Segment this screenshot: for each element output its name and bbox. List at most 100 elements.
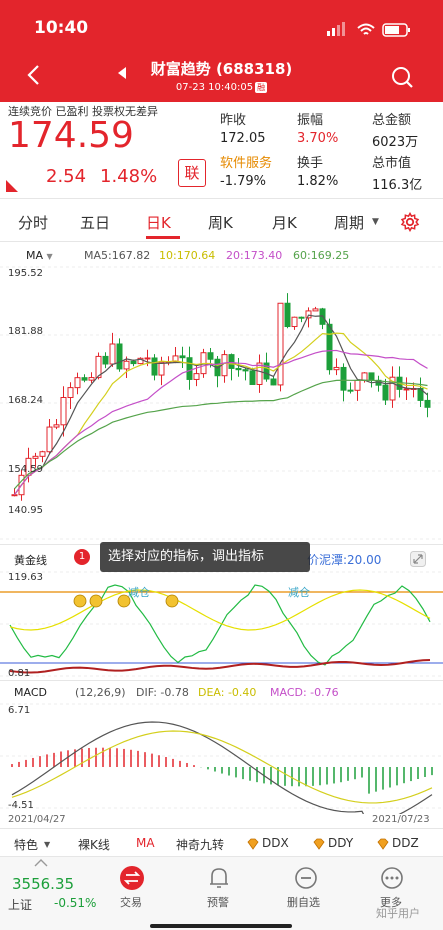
candle-body [130,360,137,365]
quote-field-label[interactable]: 软件服务 [220,152,272,171]
quote-field-value: -1.79% [220,174,266,189]
tab-0[interactable]: 分时 [18,212,48,233]
quote-field-label: 总市值 [372,156,412,171]
status-icons [327,22,410,37]
index-value[interactable]: 3556.35 [12,875,74,893]
candle-body [207,352,214,360]
tab-2[interactable]: 日K [146,212,171,233]
indicator-tab-5[interactable]: DDY [328,836,353,850]
candle-body [424,399,431,408]
emoji-marker-icon [165,594,179,608]
indicator-axis-bottom: 0.81 [8,668,31,679]
watermark: 知乎用户 [376,907,420,920]
diamond-icon [247,838,259,850]
search-icon[interactable] [389,64,415,90]
candle-body [270,378,277,386]
indicator-label[interactable]: 黄金线 [14,552,47,568]
reduce-position-marker: 减仓 [128,585,150,599]
trade-icon[interactable] [119,865,145,891]
quote-field-label: 昨收 [220,113,247,128]
macd-value: MACD: -0.76 [270,686,339,699]
gold-line-green [9,584,431,666]
candle-body [53,424,60,428]
indicator-tooltip: 选择对应的指标，调出指标 [100,542,310,572]
quote-field-value: 1.82% [297,174,339,189]
emoji-marker-icon [73,594,87,608]
candle-body [116,343,123,370]
kline-axis-label: 154.59 [8,464,43,475]
candle-body [186,357,193,380]
tab-3[interactable]: 周K [208,212,233,233]
tab-5[interactable]: 周期 [334,212,364,233]
index-expand-icon[interactable] [34,858,48,868]
candle-body [235,367,242,371]
candle-body [340,366,347,391]
quote-field-value: 116.3亿 [372,178,423,193]
ma-selector[interactable]: MA ▼ [26,249,53,262]
quote-field-value: 3.70% [297,131,339,146]
alert-bell-icon[interactable] [207,865,231,891]
candle-body [151,357,158,376]
tab-1[interactable]: 五日 [80,212,110,233]
candle-body [312,308,319,312]
tab-4[interactable]: 月K [272,212,297,233]
candle-body [11,494,18,497]
candle-body [382,384,389,401]
stock-subtitle: 07-23 10:40:05 融 [175,82,268,93]
kline-chart[interactable] [0,265,443,545]
indicator-tab-1[interactable]: 裸K线 [78,836,110,853]
feature-dropdown-icon[interactable]: ▼ [44,840,50,849]
expand-icon[interactable] [410,551,426,567]
candle-body [74,377,81,389]
indicator-tab-2[interactable]: MA [136,836,155,850]
nav-alert[interactable]: 预警 [207,894,229,910]
ma60-line [14,379,428,490]
period-dropdown-icon[interactable]: ▼ [372,217,379,227]
index-change: -0.51% [54,896,97,910]
candle-body [298,316,305,319]
current-price: 174.59 [8,115,134,156]
candle-body [60,397,67,426]
candle-body [88,377,95,381]
candle-body [347,389,354,392]
date-start: 2021/04/27 [8,814,66,825]
indicator-tab-0[interactable]: 特色 [14,836,38,853]
kline-axis-label: 181.88 [8,326,43,337]
settings-gear-icon[interactable] [400,212,420,232]
kline-axis-label: 140.95 [8,505,43,516]
ma5-legend: MA5:167.82 [84,249,151,262]
link-button[interactable]: 联 [178,159,206,187]
macd-label[interactable]: MACD [14,686,47,699]
indicator-axis-top: 119.63 [8,572,43,583]
ma20-line [14,349,428,496]
candle-body [256,362,263,385]
quote-field-value: 6023万 [372,135,419,150]
quote-field-label: 总金额 [372,113,412,128]
indicator-tab-6[interactable]: DDZ [392,836,419,850]
candle-body [326,323,333,371]
nav-remove-watchlist[interactable]: 删自选 [287,894,320,910]
indicator-tab-4[interactable]: DDX [262,836,289,850]
ma5-line [14,314,428,496]
divider [0,680,443,681]
stock-title: 财富趋势 (688318) [150,60,293,78]
nav-trade[interactable]: 交易 [120,894,142,910]
gold-line-chart[interactable]: 减仓减仓S [0,570,443,682]
candle-body [291,316,298,328]
more-icon[interactable] [380,866,404,890]
kline-axis-label: 168.24 [8,395,43,406]
quote-field-value: 172.05 [220,131,266,146]
indicator-tab-3[interactable]: 神奇九转 [176,836,224,853]
emoji-marker-icon [89,594,103,608]
price-change: 2.54 [46,166,87,187]
candle-body [179,355,186,359]
reduce-position-marker: 减仓 [288,585,310,599]
candle-body [39,451,46,457]
divider [0,198,443,199]
remove-watchlist-icon[interactable] [294,866,318,890]
ma10-legend: 10:170.64 [159,249,216,262]
macd-dif: DIF: -0.78 [136,686,189,699]
diamond-icon [313,838,325,850]
candle-body [354,379,361,391]
macd-chart[interactable] [0,702,443,814]
